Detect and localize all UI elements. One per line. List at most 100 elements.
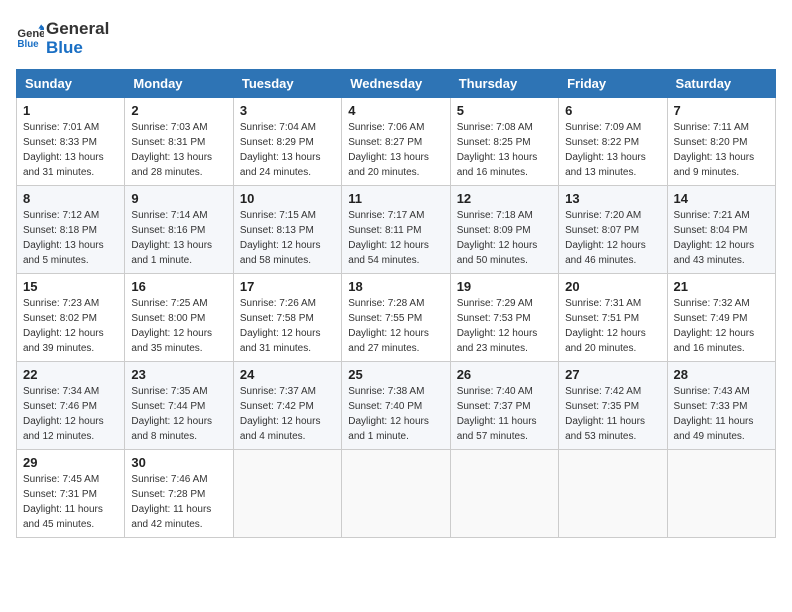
- sun-info: Sunrise: 7:14 AM Sunset: 8:16 PM Dayligh…: [131, 208, 226, 268]
- calendar-cell: [559, 450, 667, 538]
- sun-info: Sunrise: 7:37 AM Sunset: 7:42 PM Dayligh…: [240, 384, 335, 444]
- calendar-cell: 6 Sunrise: 7:09 AM Sunset: 8:22 PM Daylig…: [559, 98, 667, 186]
- calendar-cell: 12 Sunrise: 7:18 AM Sunset: 8:09 PM Dayli…: [450, 186, 558, 274]
- sun-info: Sunrise: 7:03 AM Sunset: 8:31 PM Dayligh…: [131, 120, 226, 180]
- day-number: 13: [565, 191, 660, 206]
- calendar-cell: [342, 450, 450, 538]
- svg-text:Blue: Blue: [17, 38, 39, 49]
- sun-info: Sunrise: 7:43 AM Sunset: 7:33 PM Dayligh…: [674, 384, 769, 444]
- calendar-cell: 21 Sunrise: 7:32 AM Sunset: 7:49 PM Dayli…: [667, 274, 775, 362]
- sun-info: Sunrise: 7:28 AM Sunset: 7:55 PM Dayligh…: [348, 296, 443, 356]
- sun-info: Sunrise: 7:06 AM Sunset: 8:27 PM Dayligh…: [348, 120, 443, 180]
- calendar-week-2: 8 Sunrise: 7:12 AM Sunset: 8:18 PM Daylig…: [17, 186, 776, 274]
- calendar-cell: 10 Sunrise: 7:15 AM Sunset: 8:13 PM Dayli…: [233, 186, 341, 274]
- sun-info: Sunrise: 7:40 AM Sunset: 7:37 PM Dayligh…: [457, 384, 552, 444]
- weekday-header-tuesday: Tuesday: [233, 70, 341, 98]
- calendar-cell: 9Sunrise: 7:14 AM Sunset: 8:16 PM Daylig…: [125, 186, 233, 274]
- day-number: 7: [674, 103, 769, 118]
- weekday-header-row: SundayMondayTuesdayWednesdayThursdayFrid…: [17, 70, 776, 98]
- day-number: 25: [348, 367, 443, 382]
- day-number: 22: [23, 367, 118, 382]
- sun-info: Sunrise: 7:12 AM Sunset: 8:18 PM Dayligh…: [23, 208, 118, 268]
- calendar-cell: 15 Sunrise: 7:23 AM Sunset: 8:02 PM Dayli…: [17, 274, 125, 362]
- calendar-cell: 26 Sunrise: 7:40 AM Sunset: 7:37 PM Dayli…: [450, 362, 558, 450]
- day-number: 28: [674, 367, 769, 382]
- weekday-header-thursday: Thursday: [450, 70, 558, 98]
- day-number: 19: [457, 279, 552, 294]
- calendar-cell: 23Sunrise: 7:35 AM Sunset: 7:44 PM Dayli…: [125, 362, 233, 450]
- calendar-cell: 11Sunrise: 7:17 AM Sunset: 8:11 PM Dayli…: [342, 186, 450, 274]
- day-number: 30: [131, 455, 226, 470]
- calendar-cell: 1 Sunrise: 7:01 AM Sunset: 8:33 PM Daylig…: [17, 98, 125, 186]
- sun-info: Sunrise: 7:31 AM Sunset: 7:51 PM Dayligh…: [565, 296, 660, 356]
- calendar-cell: [667, 450, 775, 538]
- sun-info: Sunrise: 7:18 AM Sunset: 8:09 PM Dayligh…: [457, 208, 552, 268]
- sun-info: Sunrise: 7:38 AM Sunset: 7:40 PM Dayligh…: [348, 384, 443, 444]
- day-number: 15: [23, 279, 118, 294]
- calendar-cell: 29Sunrise: 7:45 AM Sunset: 7:31 PM Dayli…: [17, 450, 125, 538]
- sun-info: Sunrise: 7:04 AM Sunset: 8:29 PM Dayligh…: [240, 120, 335, 180]
- weekday-header-monday: Monday: [125, 70, 233, 98]
- day-number: 12: [457, 191, 552, 206]
- logo-icon: General Blue: [16, 23, 44, 51]
- day-number: 4: [348, 103, 443, 118]
- calendar-week-5: 29Sunrise: 7:45 AM Sunset: 7:31 PM Dayli…: [17, 450, 776, 538]
- day-number: 11: [348, 191, 443, 206]
- day-number: 6: [565, 103, 660, 118]
- sun-info: Sunrise: 7:26 AM Sunset: 7:58 PM Dayligh…: [240, 296, 335, 356]
- calendar-cell: 25 Sunrise: 7:38 AM Sunset: 7:40 PM Dayli…: [342, 362, 450, 450]
- day-number: 20: [565, 279, 660, 294]
- calendar-table: SundayMondayTuesdayWednesdayThursdayFrid…: [16, 69, 776, 538]
- sun-info: Sunrise: 7:09 AM Sunset: 8:22 PM Dayligh…: [565, 120, 660, 180]
- calendar-cell: 4 Sunrise: 7:06 AM Sunset: 8:27 PM Daylig…: [342, 98, 450, 186]
- day-number: 17: [240, 279, 335, 294]
- calendar-week-1: 1 Sunrise: 7:01 AM Sunset: 8:33 PM Daylig…: [17, 98, 776, 186]
- day-number: 8: [23, 191, 118, 206]
- calendar-cell: 24Sunrise: 7:37 AM Sunset: 7:42 PM Dayli…: [233, 362, 341, 450]
- calendar-cell: 8 Sunrise: 7:12 AM Sunset: 8:18 PM Daylig…: [17, 186, 125, 274]
- sun-info: Sunrise: 7:32 AM Sunset: 7:49 PM Dayligh…: [674, 296, 769, 356]
- sun-info: Sunrise: 7:34 AM Sunset: 7:46 PM Dayligh…: [23, 384, 118, 444]
- day-number: 18: [348, 279, 443, 294]
- calendar-cell: 27 Sunrise: 7:42 AM Sunset: 7:35 PM Dayli…: [559, 362, 667, 450]
- sun-info: Sunrise: 7:46 AM Sunset: 7:28 PM Dayligh…: [131, 472, 226, 532]
- header: General Blue General Blue: [16, 16, 776, 57]
- sun-info: Sunrise: 7:11 AM Sunset: 8:20 PM Dayligh…: [674, 120, 769, 180]
- calendar-cell: 22 Sunrise: 7:34 AM Sunset: 7:46 PM Dayli…: [17, 362, 125, 450]
- sun-info: Sunrise: 7:35 AM Sunset: 7:44 PM Dayligh…: [131, 384, 226, 444]
- sun-info: Sunrise: 7:01 AM Sunset: 8:33 PM Dayligh…: [23, 120, 118, 180]
- day-number: 16: [131, 279, 226, 294]
- calendar-cell: 19 Sunrise: 7:29 AM Sunset: 7:53 PM Dayli…: [450, 274, 558, 362]
- calendar-cell: 16 Sunrise: 7:25 AM Sunset: 8:00 PM Dayli…: [125, 274, 233, 362]
- sun-info: Sunrise: 7:42 AM Sunset: 7:35 PM Dayligh…: [565, 384, 660, 444]
- calendar-cell: 20 Sunrise: 7:31 AM Sunset: 7:51 PM Dayli…: [559, 274, 667, 362]
- sun-info: Sunrise: 7:21 AM Sunset: 8:04 PM Dayligh…: [674, 208, 769, 268]
- day-number: 26: [457, 367, 552, 382]
- weekday-header-saturday: Saturday: [667, 70, 775, 98]
- calendar-cell: 2Sunrise: 7:03 AM Sunset: 8:31 PM Daylig…: [125, 98, 233, 186]
- calendar-cell: 18 Sunrise: 7:28 AM Sunset: 7:55 PM Dayli…: [342, 274, 450, 362]
- calendar-week-3: 15 Sunrise: 7:23 AM Sunset: 8:02 PM Dayli…: [17, 274, 776, 362]
- calendar-cell: 5Sunrise: 7:08 AM Sunset: 8:25 PM Daylig…: [450, 98, 558, 186]
- sun-info: Sunrise: 7:25 AM Sunset: 8:00 PM Dayligh…: [131, 296, 226, 356]
- calendar-cell: 30 Sunrise: 7:46 AM Sunset: 7:28 PM Dayli…: [125, 450, 233, 538]
- sun-info: Sunrise: 7:29 AM Sunset: 7:53 PM Dayligh…: [457, 296, 552, 356]
- weekday-header-wednesday: Wednesday: [342, 70, 450, 98]
- day-number: 5: [457, 103, 552, 118]
- calendar-cell: 17 Sunrise: 7:26 AM Sunset: 7:58 PM Dayli…: [233, 274, 341, 362]
- day-number: 29: [23, 455, 118, 470]
- sun-info: Sunrise: 7:15 AM Sunset: 8:13 PM Dayligh…: [240, 208, 335, 268]
- calendar-cell: 3 Sunrise: 7:04 AM Sunset: 8:29 PM Daylig…: [233, 98, 341, 186]
- calendar-week-4: 22 Sunrise: 7:34 AM Sunset: 7:46 PM Dayli…: [17, 362, 776, 450]
- day-number: 3: [240, 103, 335, 118]
- calendar-cell: 7 Sunrise: 7:11 AM Sunset: 8:20 PM Daylig…: [667, 98, 775, 186]
- day-number: 1: [23, 103, 118, 118]
- sun-info: Sunrise: 7:23 AM Sunset: 8:02 PM Dayligh…: [23, 296, 118, 356]
- logo-general: General: [46, 20, 109, 39]
- day-number: 21: [674, 279, 769, 294]
- day-number: 10: [240, 191, 335, 206]
- day-number: 27: [565, 367, 660, 382]
- calendar-cell: [450, 450, 558, 538]
- calendar-cell: 14 Sunrise: 7:21 AM Sunset: 8:04 PM Dayli…: [667, 186, 775, 274]
- day-number: 14: [674, 191, 769, 206]
